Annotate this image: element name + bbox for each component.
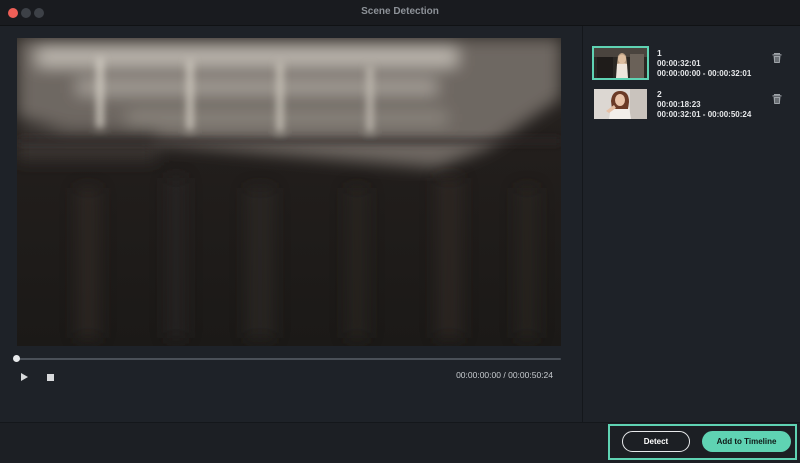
title-bar: Scene Detection — [0, 0, 800, 26]
scene-meta: 2 00:00:18:23 00:00:32:01 - 00:00:50:24 — [657, 89, 751, 121]
scene-thumbnail[interactable] — [592, 46, 649, 80]
trash-icon — [772, 94, 782, 104]
video-frame-image — [17, 38, 561, 346]
scene-range: 00:00:00:00 - 00:00:32:01 — [657, 69, 752, 78]
stop-icon — [47, 374, 54, 381]
scene-duration: 00:00:32:01 — [657, 58, 701, 68]
scene-duration: 00:00:18:23 — [657, 99, 701, 109]
scene-list-panel — [582, 26, 800, 422]
scene-item[interactable]: 2 00:00:18:23 00:00:32:01 - 00:00:50:24 — [594, 89, 789, 123]
scene-index: 1 — [657, 48, 662, 58]
timeline-scrubber-track[interactable] — [16, 358, 561, 360]
scene-item[interactable]: 1 00:00:32:01 00:00:00:00 - 00:00:32:01 — [592, 46, 789, 82]
time-separator: / — [503, 370, 506, 380]
video-preview — [17, 38, 561, 346]
scene-range: 00:00:32:01 - 00:00:50:24 — [657, 110, 752, 119]
trash-icon — [772, 53, 782, 63]
play-icon — [20, 373, 28, 381]
current-time: 00:00:00:00 — [456, 370, 501, 380]
scene-thumbnail-image — [594, 48, 647, 78]
window-title: Scene Detection — [361, 6, 439, 17]
delete-scene-button[interactable] — [771, 51, 783, 63]
scene-index: 2 — [657, 89, 662, 99]
scene-meta: 1 00:00:32:01 00:00:00:00 - 00:00:32:01 — [657, 48, 751, 80]
timeline-scrubber-handle[interactable] — [13, 355, 20, 362]
total-time: 00:00:50:24 — [508, 370, 553, 380]
add-to-timeline-button[interactable]: Add to Timeline — [702, 431, 791, 452]
scene-thumbnail[interactable] — [594, 89, 647, 119]
stop-button[interactable] — [46, 373, 55, 382]
delete-scene-button[interactable] — [771, 92, 783, 104]
scene-thumbnail-image — [594, 89, 647, 119]
time-readout: 00:00:00:00 / 00:00:50:24 — [420, 370, 553, 380]
play-button[interactable] — [19, 372, 29, 382]
detect-button[interactable]: Detect — [622, 431, 690, 452]
